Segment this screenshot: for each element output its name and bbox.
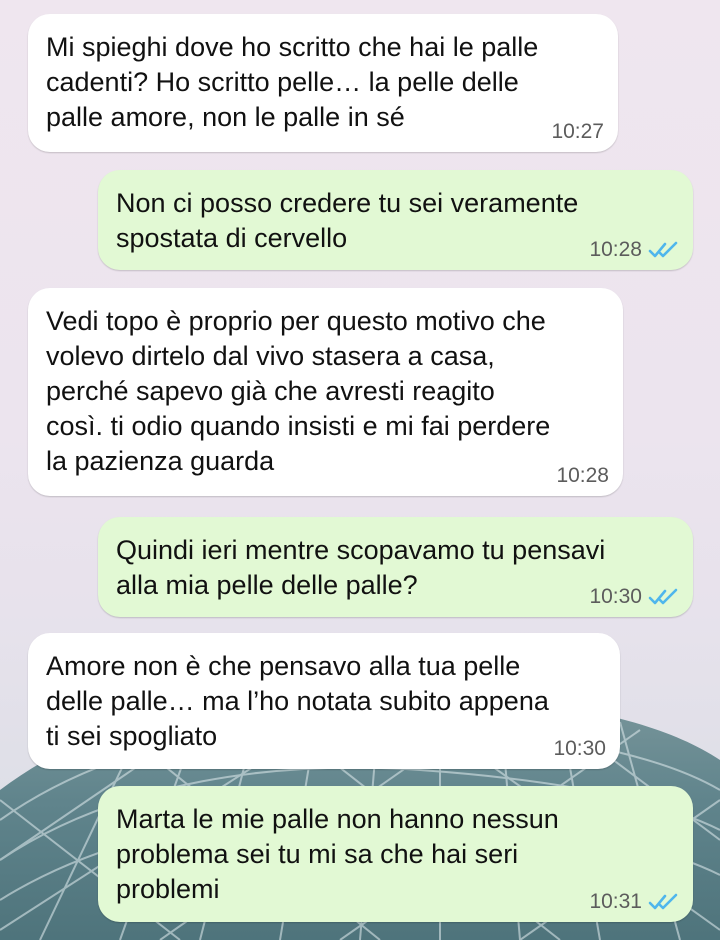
message-time: 10:30 <box>589 585 642 608</box>
message-meta: 10:31 <box>589 891 679 912</box>
message-text: Mi spieghi dove ho scritto che hai le pa… <box>46 32 539 132</box>
message-bubble-incoming[interactable]: Vedi topo è proprio per questo motivo ch… <box>28 288 623 496</box>
message-bubble-incoming[interactable]: Mi spieghi dove ho scritto che hai le pa… <box>28 14 618 152</box>
double-check-icon <box>648 241 678 257</box>
message-text: Amore non è che pensavo alla tua pelle d… <box>46 651 549 751</box>
double-check-icon <box>648 893 678 909</box>
message-time: 10:28 <box>556 464 609 487</box>
message-meta: 10:28 <box>589 239 679 260</box>
message-text: Vedi topo è proprio per questo motivo ch… <box>46 306 551 476</box>
message-meta: 10:30 <box>589 586 679 607</box>
message-bubble-outgoing[interactable]: Quindi ieri mentre scopavamo tu pensavi … <box>98 517 693 617</box>
message-time: 10:31 <box>589 890 642 913</box>
message-meta: 10:30 <box>553 738 606 759</box>
message-meta: 10:28 <box>556 465 609 486</box>
message-time: 10:30 <box>553 737 606 760</box>
message-bubble-incoming[interactable]: Amore non è che pensavo alla tua pelle d… <box>28 633 620 769</box>
message-meta: 10:27 <box>551 121 604 142</box>
message-bubble-outgoing[interactable]: Non ci posso credere tu sei veramente sp… <box>98 170 693 270</box>
double-check-icon <box>648 588 678 604</box>
chat-conversation: Mi spieghi dove ho scritto che hai le pa… <box>0 0 720 940</box>
message-time: 10:28 <box>589 238 642 261</box>
message-time: 10:27 <box>551 120 604 143</box>
message-bubble-outgoing[interactable]: Marta le mie palle non hanno nessun prob… <box>98 786 693 922</box>
